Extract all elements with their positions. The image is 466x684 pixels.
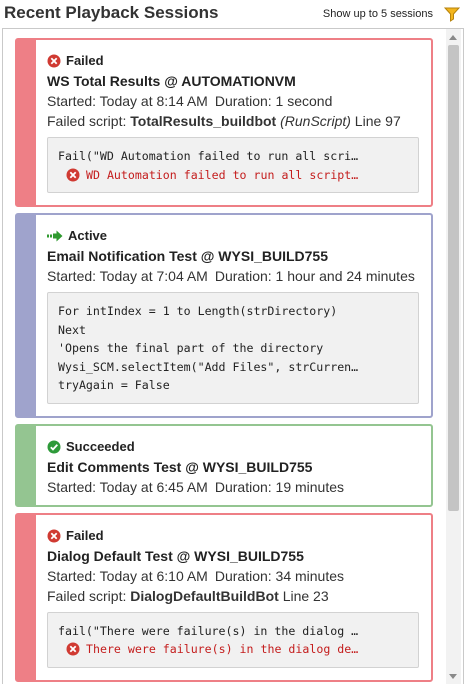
panel-title: Recent Playback Sessions xyxy=(4,3,219,22)
code-line: fail("There were failure(s) in the dialo… xyxy=(58,623,359,638)
vertical-scrollbar[interactable] xyxy=(446,29,461,684)
status-strip xyxy=(17,40,36,205)
session-card-failed[interactable]: Failed Dialog Default Test @ WYSI_BUILD7… xyxy=(15,512,433,682)
status-label: Failed xyxy=(66,53,104,68)
session-name[interactable]: Edit Comments Test @ WYSI_BUILD755 xyxy=(47,457,419,477)
session-timing: Started: Today at 7:04 AM Duration: 1 hou… xyxy=(47,266,419,286)
error-text: WD Automation failed to run all script… xyxy=(86,167,359,182)
session-card-succeeded[interactable]: Succeeded Edit Comments Test @ WYSI_BUIL… xyxy=(15,423,433,507)
session-name[interactable]: Email Notification Test @ WYSI_BUILD755 xyxy=(47,246,419,266)
status-strip xyxy=(17,215,36,416)
status-label: Active xyxy=(68,228,108,243)
failed-script-label: Failed script: xyxy=(47,587,127,604)
filter-icon[interactable] xyxy=(443,6,461,22)
started-text: Started: Today at 7:04 AM xyxy=(47,268,208,284)
duration-text: Duration: 19 minutes xyxy=(214,478,345,495)
error-x-icon xyxy=(66,168,80,182)
error-text: There were failure(s) in the dialog de… xyxy=(86,642,359,656)
failed-line: Line 23 xyxy=(282,587,329,604)
code-snippet: Fail("WD Automation failed to run all sc… xyxy=(47,137,419,193)
session-list: Failed WS Total Results @ AUTOMATIONVM S… xyxy=(15,38,433,684)
status-label: Failed xyxy=(66,527,104,543)
duration-text: Duration: 34 minutes xyxy=(214,567,345,584)
session-timing: Started: Today at 6:45 AM Duration: 19 mi… xyxy=(47,477,419,497)
error-x-icon xyxy=(47,54,61,68)
session-card-failed[interactable]: Failed WS Total Results @ AUTOMATIONVM S… xyxy=(15,38,433,207)
error-message: WD Automation failed to run all script… xyxy=(58,166,408,185)
started-text: Started: Today at 6:45 AM xyxy=(47,478,208,495)
error-x-icon xyxy=(47,529,61,543)
started-text: Started: Today at 8:14 AM xyxy=(47,93,208,109)
code-line: Wysi_SCM.selectItem("Add Files", strCurr… xyxy=(58,359,359,374)
code-snippet: fail("There were failure(s) in the dialo… xyxy=(47,611,419,668)
status-label: Succeeded xyxy=(66,438,135,454)
session-timing: Started: Today at 8:14 AM Duration: 1 sec… xyxy=(47,91,419,111)
failed-script-type: (RunScript) xyxy=(280,113,351,129)
duration-text: Duration: 1 second xyxy=(214,93,333,109)
failed-script-row: Failed script: TotalResults_buildbot (Ru… xyxy=(47,111,419,131)
session-card-active[interactable]: Active Email Notification Test @ WYSI_BU… xyxy=(15,213,433,418)
code-snippet: For intIndex = 1 to Length(strDirectory)… xyxy=(47,292,419,404)
code-line: For intIndex = 1 to Length(strDirectory) xyxy=(58,304,338,318)
check-circle-icon xyxy=(47,440,61,454)
failed-script-name[interactable]: DialogDefaultBuildBot xyxy=(130,588,279,604)
code-line: Fail("WD Automation failed to run all sc… xyxy=(58,149,359,163)
code-line: 'Opens the final part of the directory xyxy=(58,341,324,355)
failed-script-label: Failed script: xyxy=(47,113,127,129)
status-row: Failed xyxy=(47,526,419,546)
session-name[interactable]: Dialog Default Test @ WYSI_BUILD755 xyxy=(47,546,419,566)
status-strip xyxy=(17,514,36,680)
code-line: Next xyxy=(58,322,86,337)
session-timing: Started: Today at 6:10 AM Duration: 34 mi… xyxy=(47,566,419,586)
running-arrow-icon xyxy=(47,230,63,242)
sessions-panel: Failed WS Total Results @ AUTOMATIONVM S… xyxy=(2,28,464,684)
started-text: Started: Today at 6:10 AM xyxy=(47,567,208,584)
duration-text: Duration: 1 hour and 24 minutes xyxy=(214,268,415,284)
scrollbar-thumb[interactable] xyxy=(448,45,459,511)
status-row: Failed xyxy=(47,51,419,71)
failed-script-row: Failed script: DialogDefaultBuildBot Lin… xyxy=(47,586,419,606)
error-message: There were failure(s) in the dialog de… xyxy=(58,640,408,659)
panel-header: Recent Playback Sessions Show up to 5 se… xyxy=(0,0,466,28)
failed-script-name[interactable]: TotalResults_buildbot xyxy=(130,113,276,129)
status-row: Succeeded xyxy=(47,437,419,457)
failed-line: Line 97 xyxy=(354,113,401,129)
status-row: Active xyxy=(47,226,419,246)
error-x-icon xyxy=(66,642,80,656)
scroll-up-arrow-icon[interactable] xyxy=(449,35,457,40)
session-limit-label[interactable]: Show up to 5 sessions xyxy=(323,8,433,20)
session-name[interactable]: WS Total Results @ AUTOMATIONVM xyxy=(47,71,419,91)
status-strip xyxy=(17,425,36,505)
code-line: tryAgain = False xyxy=(58,378,170,392)
scroll-down-arrow-icon[interactable] xyxy=(449,674,457,679)
